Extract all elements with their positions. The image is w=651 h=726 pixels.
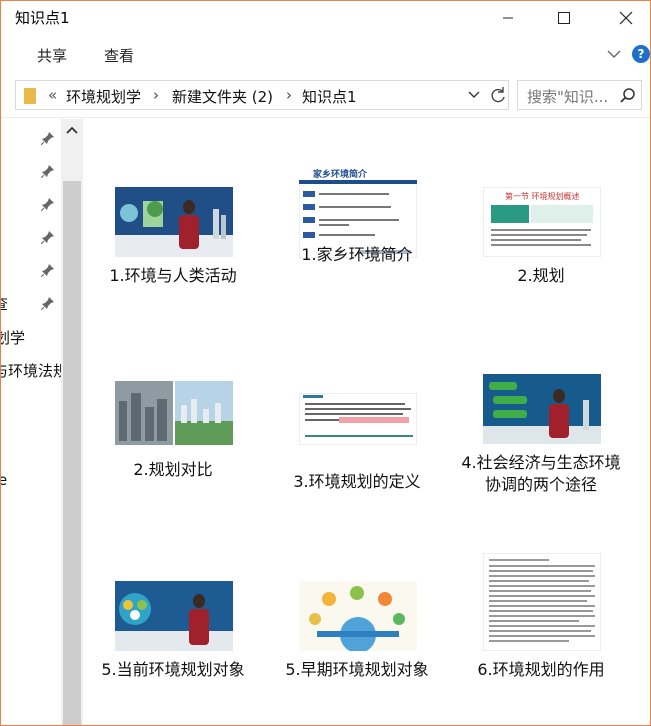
thumbnail-heading: 第一节 环境规划概述 [505, 192, 580, 201]
address-row: « 环境规划学 › 新建文件夹 (2) › 知识点1 搜索"知识... [1, 74, 650, 118]
tab-share[interactable]: 共享 [37, 45, 67, 66]
breadcrumb-overflow[interactable]: « [48, 86, 57, 104]
close-button[interactable] [603, 1, 649, 34]
search-input[interactable]: 搜索"知识... [527, 86, 608, 107]
nav-item[interactable]: 划学 [1, 327, 25, 348]
document-thumbnail [299, 393, 417, 445]
nav-item[interactable]: 与环境法规 [1, 360, 68, 381]
file-grid: 1.环境与人类活动 家乡环境简介 1.家乡环境简介 第一节 环境规划概述 2.规… [83, 119, 650, 725]
file-name[interactable]: 6.环境规划的作用 [461, 659, 621, 681]
minimize-icon [503, 17, 513, 18]
title-bar[interactable]: 知识点1 [1, 1, 650, 34]
pin-icon[interactable] [41, 263, 55, 277]
pin-icon[interactable] [41, 164, 55, 178]
search-box[interactable]: 搜索"知识... [517, 80, 642, 110]
minimize-button[interactable] [485, 1, 531, 34]
breadcrumb-item[interactable]: 知识点1 [302, 86, 357, 107]
document-thumbnail [483, 553, 601, 651]
file-name[interactable]: 5.当前环境规划对象 [93, 659, 253, 681]
pin-icon[interactable] [41, 230, 55, 244]
pin-icon[interactable] [41, 197, 55, 211]
search-icon[interactable] [619, 87, 637, 105]
ribbon-expand-chevron-icon[interactable] [604, 44, 624, 64]
maximize-button[interactable] [541, 1, 587, 34]
document-thumbnail: 第一节 环境规划概述 [483, 187, 601, 257]
nav-scrollbar-thumb[interactable] [63, 181, 81, 725]
file-name[interactable]: 5.早期环境规划对象 [277, 659, 437, 681]
nav-item[interactable]: 查 [1, 293, 8, 314]
navigation-pane: 查 划学 与环境法规 e [1, 119, 83, 725]
video-thumbnail [115, 187, 233, 257]
image-thumbnail [115, 381, 233, 451]
breadcrumb-separator[interactable]: › [286, 86, 292, 104]
thumbnail-heading: 家乡环境简介 [313, 170, 368, 180]
close-icon [619, 11, 633, 24]
breadcrumb-separator[interactable]: › [153, 86, 159, 104]
address-bar[interactable]: « 环境规划学 › 新建文件夹 (2) › 知识点1 [15, 80, 509, 110]
breadcrumb-item[interactable]: 环境规划学 [66, 86, 141, 107]
breadcrumb-item[interactable]: 新建文件夹 (2) [172, 86, 273, 107]
file-name[interactable]: 2.规划 [461, 265, 621, 287]
ribbon: 共享 查看 ? [1, 34, 650, 74]
scroll-up-arrow-icon[interactable] [64, 123, 80, 139]
image-thumbnail [299, 581, 417, 651]
address-dropdown-icon[interactable] [467, 87, 481, 103]
file-name[interactable]: 3.环境规划的定义 [277, 471, 437, 493]
pin-icon[interactable] [41, 131, 55, 145]
file-name[interactable]: 1.家乡环境简介 [277, 244, 437, 266]
nav-scrollbar[interactable] [61, 119, 83, 725]
explorer-window: 知识点1 共享 查看 ? « 环境规划学 › 新建文件夹 (2) › 知识点1 [0, 0, 651, 726]
file-name[interactable]: 4.社会经济与生态环境协调的两个途径 [461, 452, 621, 496]
pin-icon[interactable] [41, 296, 55, 310]
refresh-icon[interactable] [489, 84, 507, 106]
window-title: 知识点1 [15, 9, 70, 27]
maximize-icon [558, 11, 570, 24]
video-thumbnail [483, 374, 601, 444]
file-name[interactable]: 2.规划对比 [93, 459, 253, 481]
tab-view[interactable]: 查看 [104, 45, 134, 66]
nav-item[interactable]: e [1, 471, 7, 489]
file-name[interactable]: 1.环境与人类活动 [93, 265, 253, 287]
folder-icon [24, 88, 36, 104]
help-icon[interactable]: ? [632, 45, 650, 63]
video-thumbnail [115, 581, 233, 651]
